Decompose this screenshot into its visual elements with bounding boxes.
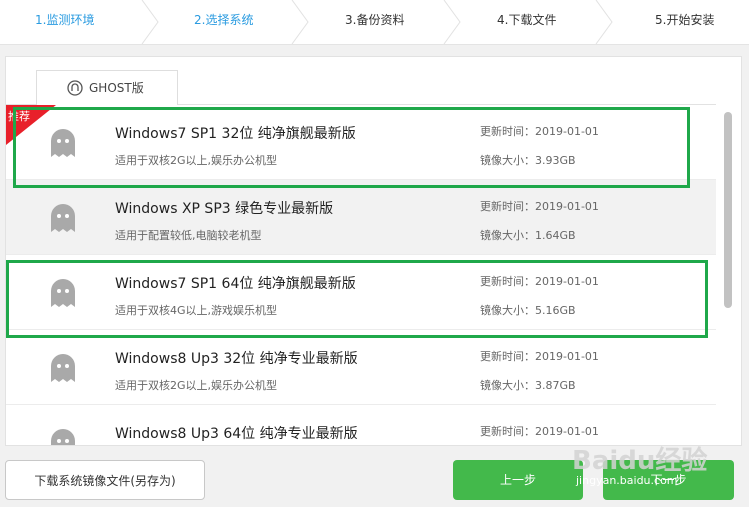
- system-item-winxp[interactable]: Windows XP SP3 绿色专业最新版 适用于配置较低,电脑较老机型 更新…: [6, 180, 716, 255]
- step-5: 5.开始安装: [655, 13, 715, 27]
- list-scrollbar[interactable]: [721, 104, 735, 439]
- update-time: 更新时间：2019-01-01: [480, 275, 599, 288]
- system-list-panel: GHOST版 推荐 Windows7 SP1 32位 纯净旗舰最新版 适用于双核…: [5, 56, 742, 446]
- baidu-watermark: Baidu经验 jingyan.baidu.com: [572, 440, 742, 500]
- tab-label: GHOST版: [89, 81, 144, 95]
- step-divider-chevron: [291, 0, 309, 44]
- watermark-main: Baidu经验: [572, 446, 708, 476]
- system-description: 适用于双核2G以上,娱乐办公机型: [115, 154, 278, 167]
- scrollbar-thumb[interactable]: [724, 112, 732, 308]
- ghost-icon: [51, 129, 75, 157]
- system-title: Windows XP SP3 绿色专业最新版: [115, 201, 334, 217]
- update-time: 更新时间：2019-01-01: [480, 125, 599, 138]
- system-list: 推荐 Windows7 SP1 32位 纯净旗舰最新版 适用于双核2G以上,娱乐…: [6, 104, 716, 445]
- system-description: 适用于配置较低,电脑较老机型: [115, 229, 262, 242]
- step-divider-chevron: [443, 0, 461, 44]
- ghost-icon: [51, 354, 75, 382]
- step-1: 1.监测环境: [35, 13, 95, 27]
- ghost-logo-icon: [67, 80, 83, 96]
- step-divider-chevron: [595, 0, 613, 44]
- image-size: 镜像大小：3.87GB: [480, 379, 576, 392]
- update-time: 更新时间：2019-01-01: [480, 200, 599, 213]
- update-time: 更新时间：2019-01-01: [480, 350, 599, 363]
- watermark-url: jingyan.baidu.com: [576, 474, 678, 487]
- system-title: Windows8 Up3 64位 纯净专业最新版: [115, 426, 358, 442]
- image-size: 镜像大小：3.93GB: [480, 154, 576, 167]
- save-image-as-button[interactable]: 下载系统镜像文件(另存为): [5, 460, 205, 500]
- tab-ghost[interactable]: GHOST版: [36, 70, 178, 105]
- update-time: 更新时间：2019-01-01: [480, 425, 599, 438]
- ghost-icon: [51, 279, 75, 307]
- system-item-win7-32[interactable]: 推荐 Windows7 SP1 32位 纯净旗舰最新版 适用于双核2G以上,娱乐…: [6, 105, 716, 180]
- system-description: 适用于双核4G以上,游戏娱乐机型: [115, 304, 278, 317]
- previous-step-button[interactable]: 上一步: [453, 460, 583, 500]
- system-title: Windows8 Up3 32位 纯净专业最新版: [115, 351, 358, 367]
- step-3: 3.备份资料: [345, 13, 405, 27]
- step-4: 4.下载文件: [497, 13, 557, 27]
- system-item-win8-32[interactable]: Windows8 Up3 32位 纯净专业最新版 适用于双核2G以上,娱乐办公机…: [6, 330, 716, 405]
- system-item-win7-64[interactable]: Windows7 SP1 64位 纯净旗舰最新版 适用于双核4G以上,游戏娱乐机…: [6, 255, 716, 330]
- step-progress-bar: 1.监测环境 2.选择系统 3.备份资料 4.下载文件 5.开始安装: [0, 0, 749, 45]
- system-title: Windows7 SP1 64位 纯净旗舰最新版: [115, 276, 356, 292]
- ghost-icon: [51, 429, 75, 445]
- system-description: 适用于双核2G以上,娱乐办公机型: [115, 379, 278, 392]
- ghost-icon: [51, 204, 75, 232]
- step-2: 2.选择系统: [194, 13, 254, 27]
- recommend-badge-label: 推荐: [8, 110, 30, 123]
- step-divider-chevron: [141, 0, 159, 44]
- image-size: 镜像大小：1.64GB: [480, 229, 576, 242]
- image-size: 镜像大小：5.16GB: [480, 304, 576, 317]
- system-title: Windows7 SP1 32位 纯净旗舰最新版: [115, 126, 356, 142]
